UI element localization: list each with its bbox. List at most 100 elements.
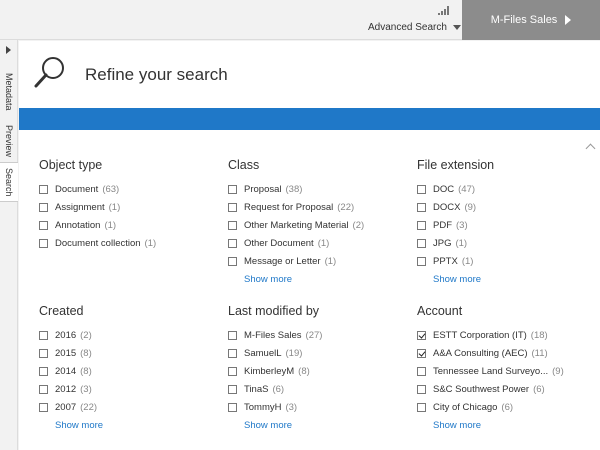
facet-option[interactable]: PDF (3) bbox=[417, 216, 597, 234]
facet-option[interactable]: Other Document (1) bbox=[228, 235, 408, 253]
option-count: (2) bbox=[352, 219, 365, 231]
facet-option[interactable]: S&C Southwest Power (6) bbox=[417, 381, 597, 399]
option-count: (18) bbox=[530, 329, 548, 341]
facet-option[interactable]: Document (63) bbox=[39, 180, 219, 198]
facet-option[interactable]: 2016 (2) bbox=[39, 326, 219, 344]
scroll-up-icon[interactable] bbox=[585, 143, 596, 154]
option-count: (3) bbox=[456, 219, 468, 231]
checkbox[interactable] bbox=[39, 366, 48, 376]
option-count: (6) bbox=[272, 384, 285, 396]
option-label: A&A Consulting (AEC) bbox=[433, 347, 528, 359]
checkbox[interactable] bbox=[39, 330, 48, 340]
checkbox[interactable] bbox=[228, 330, 237, 340]
tab-metadata[interactable]: Metadata bbox=[0, 64, 18, 120]
checkbox[interactable] bbox=[228, 257, 237, 267]
facet-option[interactable]: Assignment (1) bbox=[39, 198, 219, 216]
option-count: (22) bbox=[80, 402, 98, 414]
checkbox[interactable] bbox=[228, 385, 237, 395]
facet-option[interactable]: KimberleyM (8) bbox=[228, 362, 408, 380]
checkbox[interactable] bbox=[228, 403, 237, 413]
facet-option[interactable]: City of Chicago (6) bbox=[417, 399, 597, 417]
checkbox[interactable] bbox=[39, 348, 48, 358]
show-more-link[interactable]: Show more bbox=[244, 274, 408, 285]
facet-option[interactable]: Other Marketing Material (2) bbox=[228, 216, 408, 234]
facet-option[interactable]: TinaS (6) bbox=[228, 381, 408, 399]
facet-option[interactable]: A&A Consulting (AEC) (11) bbox=[417, 344, 597, 362]
facet-group: File extension DOC (47) DOCX (9) PDF (3) JPG (1)… bbox=[417, 158, 597, 285]
checkbox[interactable] bbox=[39, 403, 48, 413]
option-label: SamuelL bbox=[244, 347, 282, 359]
option-count: (1) bbox=[461, 256, 474, 268]
tab-search[interactable]: Search bbox=[0, 162, 18, 202]
facet-option[interactable]: Annotation (1) bbox=[39, 216, 219, 234]
checkbox[interactable] bbox=[417, 239, 426, 249]
checkbox[interactable] bbox=[417, 184, 426, 194]
checkbox[interactable] bbox=[39, 385, 48, 395]
option-count: (1) bbox=[108, 201, 121, 213]
checkbox[interactable] bbox=[417, 202, 426, 212]
vault-selector-button[interactable]: M-Files Sales bbox=[462, 0, 600, 40]
checkbox[interactable] bbox=[417, 385, 426, 395]
facet-option[interactable]: PPTX (1) bbox=[417, 253, 597, 271]
chevron-down-icon bbox=[452, 24, 461, 30]
checkbox[interactable] bbox=[417, 366, 426, 376]
checkbox[interactable] bbox=[39, 239, 48, 249]
show-more-link[interactable]: Show more bbox=[433, 274, 597, 285]
option-count: (38) bbox=[285, 183, 303, 195]
facet-group: Class Proposal (38) Request for Proposal (22… bbox=[228, 158, 408, 285]
facet-option[interactable]: TommyH (3) bbox=[228, 399, 408, 417]
checkbox[interactable] bbox=[417, 330, 426, 340]
facet-option[interactable]: M-Files Sales (27) bbox=[228, 326, 408, 344]
option-label: DOC bbox=[433, 183, 455, 195]
facet-option[interactable]: Proposal (38) bbox=[228, 180, 408, 198]
option-label: Proposal bbox=[244, 183, 282, 195]
checkbox[interactable] bbox=[39, 220, 48, 230]
checkbox[interactable] bbox=[228, 366, 237, 376]
option-count: (6) bbox=[533, 384, 545, 396]
checkbox[interactable] bbox=[228, 220, 237, 230]
show-more-link[interactable]: Show more bbox=[433, 420, 597, 431]
show-more-link[interactable]: Show more bbox=[244, 420, 408, 431]
facet-option[interactable]: Message or Letter (1) bbox=[228, 253, 408, 271]
facet-option[interactable]: 2014 (8) bbox=[39, 362, 219, 380]
option-count: (27) bbox=[305, 329, 323, 341]
tab-preview[interactable]: Preview bbox=[0, 120, 18, 162]
facet-option[interactable]: Tennessee Land Surveyo... (9) bbox=[417, 362, 597, 380]
option-count: (6) bbox=[501, 402, 514, 414]
checkbox[interactable] bbox=[39, 202, 48, 212]
checkbox[interactable] bbox=[417, 220, 426, 230]
option-label: Message or Letter bbox=[244, 256, 321, 268]
facet-option[interactable]: DOC (47) bbox=[417, 180, 597, 198]
option-label: M-Files Sales bbox=[244, 329, 302, 341]
option-count: (1) bbox=[144, 238, 157, 250]
checkbox[interactable] bbox=[228, 202, 237, 212]
facet-option[interactable]: JPG (1) bbox=[417, 235, 597, 253]
facet-title: Object type bbox=[39, 158, 103, 172]
facet-title: File extension bbox=[417, 158, 495, 172]
checkbox[interactable] bbox=[417, 257, 426, 267]
facet-option[interactable]: ESTT Corporation (IT) (18) bbox=[417, 326, 597, 344]
option-label: 2012 bbox=[55, 384, 77, 396]
facet-option[interactable]: 2015 (8) bbox=[39, 344, 219, 362]
checkbox[interactable] bbox=[228, 348, 237, 358]
facet-option[interactable]: SamuelL (19) bbox=[228, 344, 408, 362]
vault-name: M-Files Sales bbox=[490, 14, 558, 26]
refine-search-panel: Refine your search Object type Document (6… bbox=[19, 41, 600, 450]
option-label: Other Marketing Material bbox=[244, 219, 349, 231]
option-label: Request for Proposal bbox=[244, 201, 334, 213]
checkbox[interactable] bbox=[39, 184, 48, 194]
facet-option[interactable]: DOCX (9) bbox=[417, 198, 597, 216]
option-count: (63) bbox=[102, 183, 120, 195]
facet-option[interactable]: 2007 (22) bbox=[39, 399, 219, 417]
checkbox[interactable] bbox=[228, 184, 237, 194]
advanced-search-button[interactable]: Advanced Search bbox=[368, 22, 461, 33]
show-more-link[interactable]: Show more bbox=[55, 420, 219, 431]
checkbox[interactable] bbox=[417, 403, 426, 413]
checkbox[interactable] bbox=[228, 239, 237, 249]
facet-option[interactable]: 2012 (3) bbox=[39, 381, 219, 399]
facet-option[interactable]: Request for Proposal (22) bbox=[228, 198, 408, 216]
checkbox[interactable] bbox=[417, 348, 426, 358]
facet-option[interactable]: Document collection (1) bbox=[39, 235, 219, 253]
expand-arrow-icon[interactable] bbox=[6, 46, 11, 54]
option-label: Document collection bbox=[55, 238, 141, 250]
